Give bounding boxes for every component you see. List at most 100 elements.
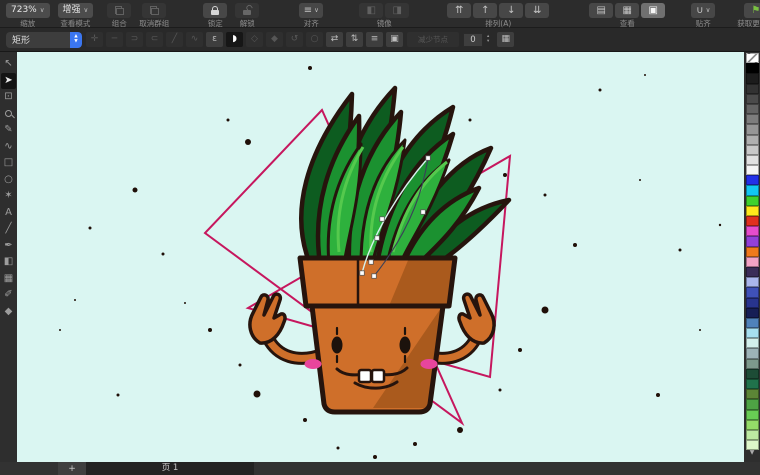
- unlock-button[interactable]: [235, 3, 259, 18]
- backward-one-button[interactable]: ↓: [499, 3, 523, 18]
- pen-tool[interactable]: ✒: [1, 238, 16, 255]
- smoothness-slider-button[interactable]: ▦: [497, 32, 514, 47]
- align-dropdown-button[interactable]: ≡ ∨: [299, 3, 323, 18]
- color-swatch[interactable]: [746, 165, 759, 175]
- zoom-tool[interactable]: [1, 106, 16, 123]
- polygon-tool[interactable]: ✶: [1, 188, 16, 205]
- color-swatch[interactable]: [746, 124, 759, 134]
- eyedropper-tool[interactable]: ✐: [1, 287, 16, 304]
- ungroup-button[interactable]: [142, 3, 166, 18]
- to-curve-button[interactable]: ∿: [186, 32, 203, 47]
- color-swatch[interactable]: [746, 410, 759, 420]
- stretch-nodes-button[interactable]: ⇄: [326, 32, 343, 47]
- smart-fill-tool[interactable]: ◆: [1, 304, 16, 321]
- mirror-vertical-button[interactable]: ◨: [385, 3, 409, 18]
- view-mode-select[interactable]: 增强 ∨: [58, 3, 94, 18]
- view-normal-button[interactable]: ▤: [589, 3, 613, 18]
- text-tool[interactable]: A: [1, 205, 16, 222]
- shape-type-select[interactable]: 矩形 ▲ ▼: [6, 32, 82, 48]
- mirror-horizontal-button[interactable]: ◧: [359, 3, 383, 18]
- to-back-button[interactable]: ⇊: [525, 3, 549, 18]
- color-swatch[interactable]: [746, 399, 759, 409]
- color-swatch[interactable]: [746, 63, 759, 73]
- align-nodes-button[interactable]: ≡: [366, 32, 383, 47]
- smoothness-stepper[interactable]: ▴ ▾: [487, 35, 489, 45]
- artistic-media-tool[interactable]: ∿: [1, 139, 16, 156]
- property-bar: 矩形 ▲ ▼ ✛─⊃⊂╱∿ε◗◇◆↺○⇄⇅≡▣ 减少节点 0 ▴ ▾ ▦: [0, 28, 760, 52]
- color-swatch[interactable]: [746, 104, 759, 114]
- shape-tool[interactable]: ➤: [1, 73, 16, 90]
- ungroup-control: 取消群组: [139, 3, 169, 28]
- smooth-node-button[interactable]: ◗: [226, 32, 243, 47]
- color-swatch[interactable]: [746, 338, 759, 348]
- reduce-nodes-button[interactable]: 减少节点: [407, 32, 459, 47]
- cusp-node-button[interactable]: ◇: [246, 32, 263, 47]
- ellipse-tool[interactable]: ○: [1, 172, 16, 189]
- color-swatch[interactable]: [746, 247, 759, 257]
- transparency-tool[interactable]: ▦: [1, 271, 16, 288]
- color-swatch[interactable]: [746, 257, 759, 267]
- color-swatch[interactable]: [746, 369, 759, 379]
- rectangle-tool[interactable]: □: [1, 155, 16, 172]
- color-swatch[interactable]: [746, 318, 759, 328]
- color-swatch[interactable]: [746, 84, 759, 94]
- break-curve-button[interactable]: ⊂: [146, 32, 163, 47]
- color-swatch[interactable]: [746, 216, 759, 226]
- color-swatch[interactable]: [746, 379, 759, 389]
- curve-smoothness-input[interactable]: 0: [463, 33, 483, 47]
- reverse-direction-button[interactable]: ↺: [286, 32, 303, 47]
- close-curve-button[interactable]: ○: [306, 32, 323, 47]
- freehand-tool[interactable]: ✎: [1, 122, 16, 139]
- view-grid-button[interactable]: ▦: [615, 3, 639, 18]
- color-swatch[interactable]: [746, 359, 759, 369]
- lock-button[interactable]: [203, 3, 227, 18]
- canvas[interactable]: [17, 52, 744, 462]
- color-swatch[interactable]: [746, 185, 759, 195]
- line-tool[interactable]: ╱: [1, 221, 16, 238]
- color-swatch[interactable]: [746, 175, 759, 185]
- plant-leaves[interactable]: [301, 88, 509, 264]
- color-swatch[interactable]: [746, 135, 759, 145]
- forward-one-button[interactable]: ↑: [473, 3, 497, 18]
- to-line-button[interactable]: ╱: [166, 32, 183, 47]
- delete-node-button[interactable]: ─: [106, 32, 123, 47]
- color-swatch[interactable]: [746, 53, 759, 63]
- interactive-fill-tool[interactable]: ◧: [1, 254, 16, 271]
- color-swatch[interactable]: [746, 277, 759, 287]
- pick-tool[interactable]: ↖: [1, 56, 16, 73]
- color-swatch[interactable]: [746, 298, 759, 308]
- group-button[interactable]: [107, 3, 131, 18]
- color-swatch[interactable]: [746, 267, 759, 277]
- palette-more-button[interactable]: ▼: [750, 450, 755, 456]
- crop-tool[interactable]: ⊡: [1, 89, 16, 106]
- join-nodes-button[interactable]: ⊃: [126, 32, 143, 47]
- color-swatch[interactable]: [746, 226, 759, 236]
- rotate-nodes-button[interactable]: ⇅: [346, 32, 363, 47]
- color-swatch[interactable]: [746, 73, 759, 83]
- color-swatch[interactable]: [746, 430, 759, 440]
- color-swatch[interactable]: [746, 206, 759, 216]
- color-swatch[interactable]: [746, 114, 759, 124]
- to-front-button[interactable]: ⇈: [447, 3, 471, 18]
- zoom-select[interactable]: 723% ∨: [6, 3, 50, 18]
- add-page-button[interactable]: +: [58, 462, 86, 475]
- color-swatch[interactable]: [746, 94, 759, 104]
- snap-dropdown-button[interactable]: ∪ ∨: [691, 3, 715, 18]
- color-swatch[interactable]: [746, 236, 759, 246]
- add-node-button[interactable]: ✛: [86, 32, 103, 47]
- color-swatch[interactable]: [746, 145, 759, 155]
- color-swatch[interactable]: [746, 389, 759, 399]
- page-tab[interactable]: 页 1: [86, 462, 254, 475]
- color-swatch[interactable]: [746, 328, 759, 338]
- color-swatch[interactable]: [746, 196, 759, 206]
- symmetric-node-button[interactable]: ◆: [266, 32, 283, 47]
- color-swatch[interactable]: [746, 348, 759, 358]
- color-swatch[interactable]: [746, 308, 759, 318]
- elastic-mode-button[interactable]: ε: [206, 32, 223, 47]
- get-more-button[interactable]: ⚑: [744, 3, 760, 18]
- select-all-nodes-button[interactable]: ▣: [386, 32, 403, 47]
- color-swatch[interactable]: [746, 287, 759, 297]
- color-swatch[interactable]: [746, 155, 759, 165]
- view-frame-button[interactable]: ▣: [641, 3, 665, 18]
- color-swatch[interactable]: [746, 420, 759, 430]
